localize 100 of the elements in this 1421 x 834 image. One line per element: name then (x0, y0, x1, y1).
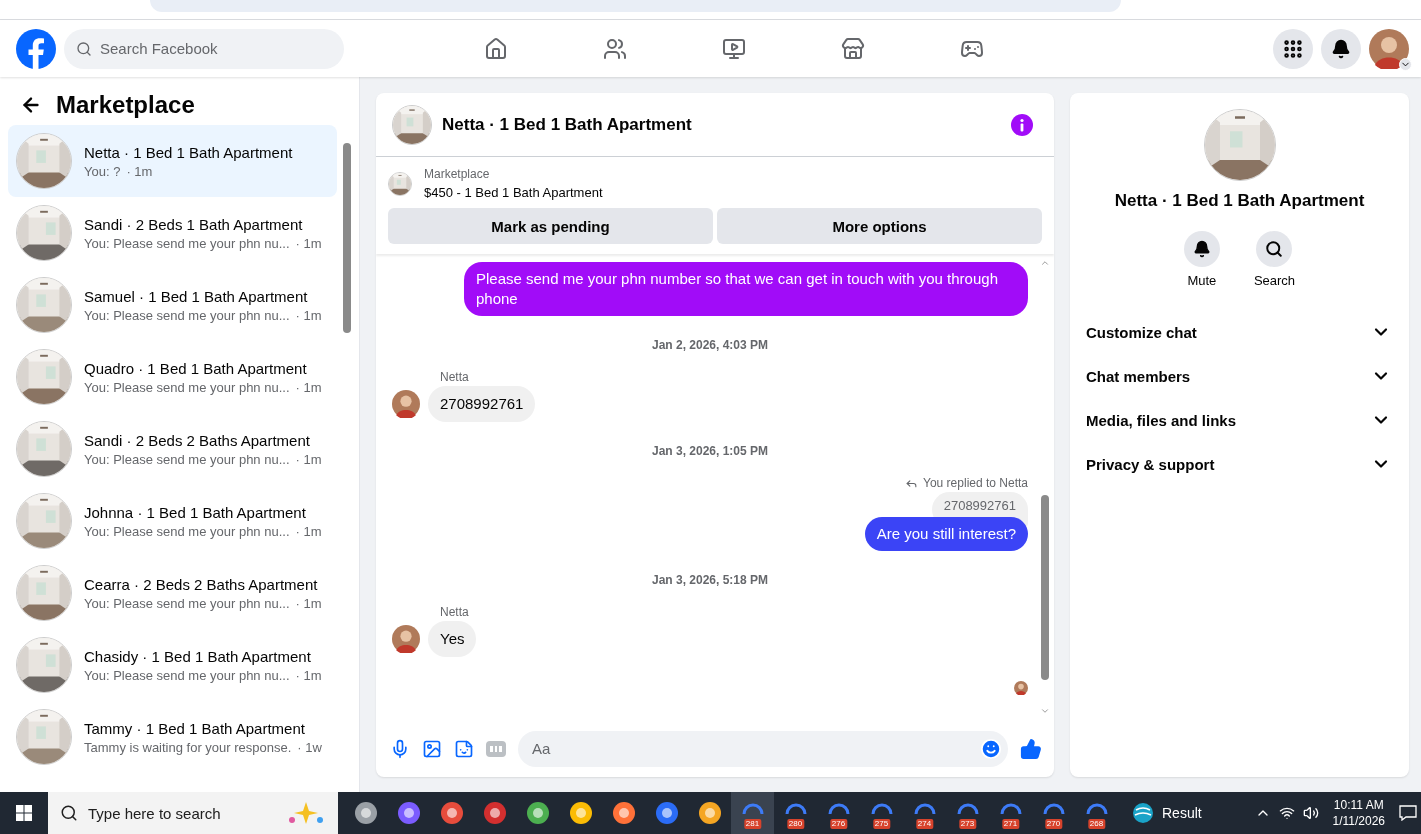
badge-count: 281 (743, 819, 762, 829)
friends-icon[interactable] (602, 36, 627, 61)
listing-button[interactable]: Mark as pending (388, 208, 713, 244)
conversation-name: Netta · 1 Bed 1 Bath Apartment (84, 143, 293, 161)
app-icon[interactable] (396, 801, 421, 825)
like-icon[interactable] (1020, 737, 1042, 760)
badge-count: 280 (786, 819, 805, 829)
conversation-item[interactable]: Tammy · 1 Bed 1 Bath Apartment Tammy is waiting for your response. · 1w (8, 701, 337, 773)
emoji-icon[interactable] (980, 737, 1002, 760)
sidebar-title: Marketplace (56, 91, 195, 119)
section-title[interactable]: Media, files and links (1086, 411, 1237, 429)
volume-icon[interactable] (1302, 805, 1319, 821)
app-icon[interactable]: 281 (731, 792, 774, 834)
section-title[interactable]: Chat members (1086, 367, 1191, 385)
message-preview: You: Please send me your phn nu... (84, 451, 290, 467)
sparkle-icon (286, 800, 326, 826)
message-bubble: 2708992761 (428, 386, 536, 422)
timestamp: Jan 3, 2026, 5:18 PM (650, 572, 770, 589)
badge-count: 276 (829, 819, 848, 829)
listing-button[interactable]: More options (717, 208, 1042, 244)
avatar (1014, 681, 1028, 695)
badge-count: 270 (1044, 819, 1063, 829)
message-preview: You: Please send me your phn nu... (84, 235, 290, 251)
sticker-icon[interactable] (454, 738, 474, 759)
grid-icon (1282, 37, 1304, 60)
message-preview: You: Please send me your phn nu... (84, 667, 290, 683)
app-icon[interactable] (353, 801, 378, 825)
message-preview: Tammy is waiting for your response. (84, 739, 292, 755)
conversation-name: Johnna · 1 Bed 1 Bath Apartment (84, 503, 307, 521)
message-field[interactable]: Aa (518, 730, 1008, 767)
action-label: Mute (1187, 273, 1217, 288)
conversation-item[interactable]: Samuel · 1 Bed 1 Bath Apartment You: Please send me your phn nu... · 1m (8, 269, 337, 341)
app-icon[interactable]: 275 (860, 792, 903, 834)
clock-time[interactable]: 10:11 AM (1333, 797, 1384, 813)
timestamp: Jan 3, 2026, 1:05 PM (650, 443, 770, 460)
conversation-item[interactable]: Quadro · 1 Bed 1 Bath Apartment You: Please send me your phn nu... · 1m (8, 341, 337, 413)
app-icon[interactable] (482, 801, 507, 825)
sender-name: Netta (440, 370, 470, 384)
listing-label: Marketplace (424, 167, 491, 181)
app-icon[interactable] (439, 801, 464, 825)
app-icon[interactable] (525, 801, 550, 825)
avatar (392, 390, 420, 418)
message-time: · 1w (297, 739, 322, 755)
app-icon[interactable]: 268 (1075, 792, 1118, 834)
message-bubble: Yes (428, 621, 477, 657)
action-label: Search (1253, 273, 1296, 288)
scrollbar[interactable] (1041, 494, 1049, 680)
weather-label[interactable]: Result (1162, 805, 1202, 821)
clock-date[interactable]: 1/11/2026 (1332, 813, 1385, 829)
app-icon[interactable] (568, 801, 593, 825)
search-field[interactable]: Search Facebook (64, 28, 344, 69)
bell-icon (1331, 38, 1351, 59)
conversation-item[interactable]: Cearra · 2 Beds 2 Baths Apartment You: Please send me your phn nu... · 1m (8, 557, 337, 629)
network-icon[interactable] (1278, 805, 1295, 821)
scrollbar[interactable] (343, 143, 351, 333)
app-icon[interactable] (611, 801, 636, 825)
app-icon[interactable] (697, 801, 722, 825)
store-icon[interactable] (840, 36, 865, 61)
home-icon[interactable] (483, 36, 508, 61)
app-icon[interactable]: 273 (946, 792, 989, 834)
search-icon (60, 804, 78, 822)
badge-count: 273 (958, 819, 977, 829)
message-input[interactable]: Aa (530, 739, 980, 758)
app-icon[interactable]: 280 (774, 792, 817, 834)
app-icon[interactable]: 274 (903, 792, 946, 834)
globe-icon[interactable] (1132, 802, 1154, 824)
video-icon[interactable] (721, 36, 746, 61)
listing-title: $450 - 1 Bed 1 Bath Apartment (424, 185, 603, 200)
message-preview: You: Please send me your phn nu... (84, 523, 290, 539)
mute-button[interactable] (1183, 231, 1220, 267)
info-icon[interactable] (1011, 113, 1033, 136)
logo-icon[interactable] (16, 28, 56, 69)
message-preview: You: Please send me your phn nu... (84, 379, 290, 395)
avatar (1369, 28, 1409, 69)
notifications-button[interactable] (1321, 28, 1361, 69)
app-icon[interactable] (654, 801, 679, 825)
badge-count: 268 (1087, 819, 1106, 829)
app-icon[interactable]: 276 (817, 792, 860, 834)
section-title[interactable]: Privacy & support (1086, 455, 1215, 473)
conversation-name: Cearra · 2 Beds 2 Baths Apartment (84, 575, 319, 593)
message-preview: You: Please send me your phn nu... (84, 307, 290, 323)
conversation-name: Tammy · 1 Bed 1 Bath Apartment (84, 719, 306, 737)
menu-button[interactable] (1273, 28, 1313, 69)
notification-icon[interactable] (1399, 805, 1417, 821)
app-icon[interactable]: 271 (989, 792, 1032, 834)
conversation-item[interactable]: Chasidy · 1 Bed 1 Bath Apartment You: Please send me your phn nu... · 1m (8, 629, 337, 701)
taskbar-search[interactable]: Type here to search (48, 792, 338, 834)
microphone-icon[interactable] (390, 738, 410, 759)
conversation-item[interactable]: Netta · 1 Bed 1 Bath Apartment You: ? · 1m (8, 125, 337, 197)
conversation-item[interactable]: Sandi · 2 Beds 1 Bath Apartment You: Please send me your phn nu... · 1m (8, 197, 337, 269)
sender-name: Netta (440, 605, 470, 619)
conversation-item[interactable]: Sandi · 2 Beds 2 Baths Apartment You: Please send me your phn nu... · 1m (8, 413, 337, 485)
search-button[interactable] (1256, 231, 1293, 267)
app-icon[interactable]: 270 (1032, 792, 1075, 834)
conversation-name: Chasidy · 1 Bed 1 Bath Apartment (84, 647, 312, 665)
windows-icon[interactable] (16, 805, 32, 821)
conversation-item[interactable]: Johnna · 1 Bed 1 Bath Apartment You: Please send me your phn nu... · 1m (8, 485, 337, 557)
section-title[interactable]: Customize chat (1086, 323, 1197, 341)
image-icon[interactable] (422, 738, 442, 759)
avatar (392, 625, 420, 653)
